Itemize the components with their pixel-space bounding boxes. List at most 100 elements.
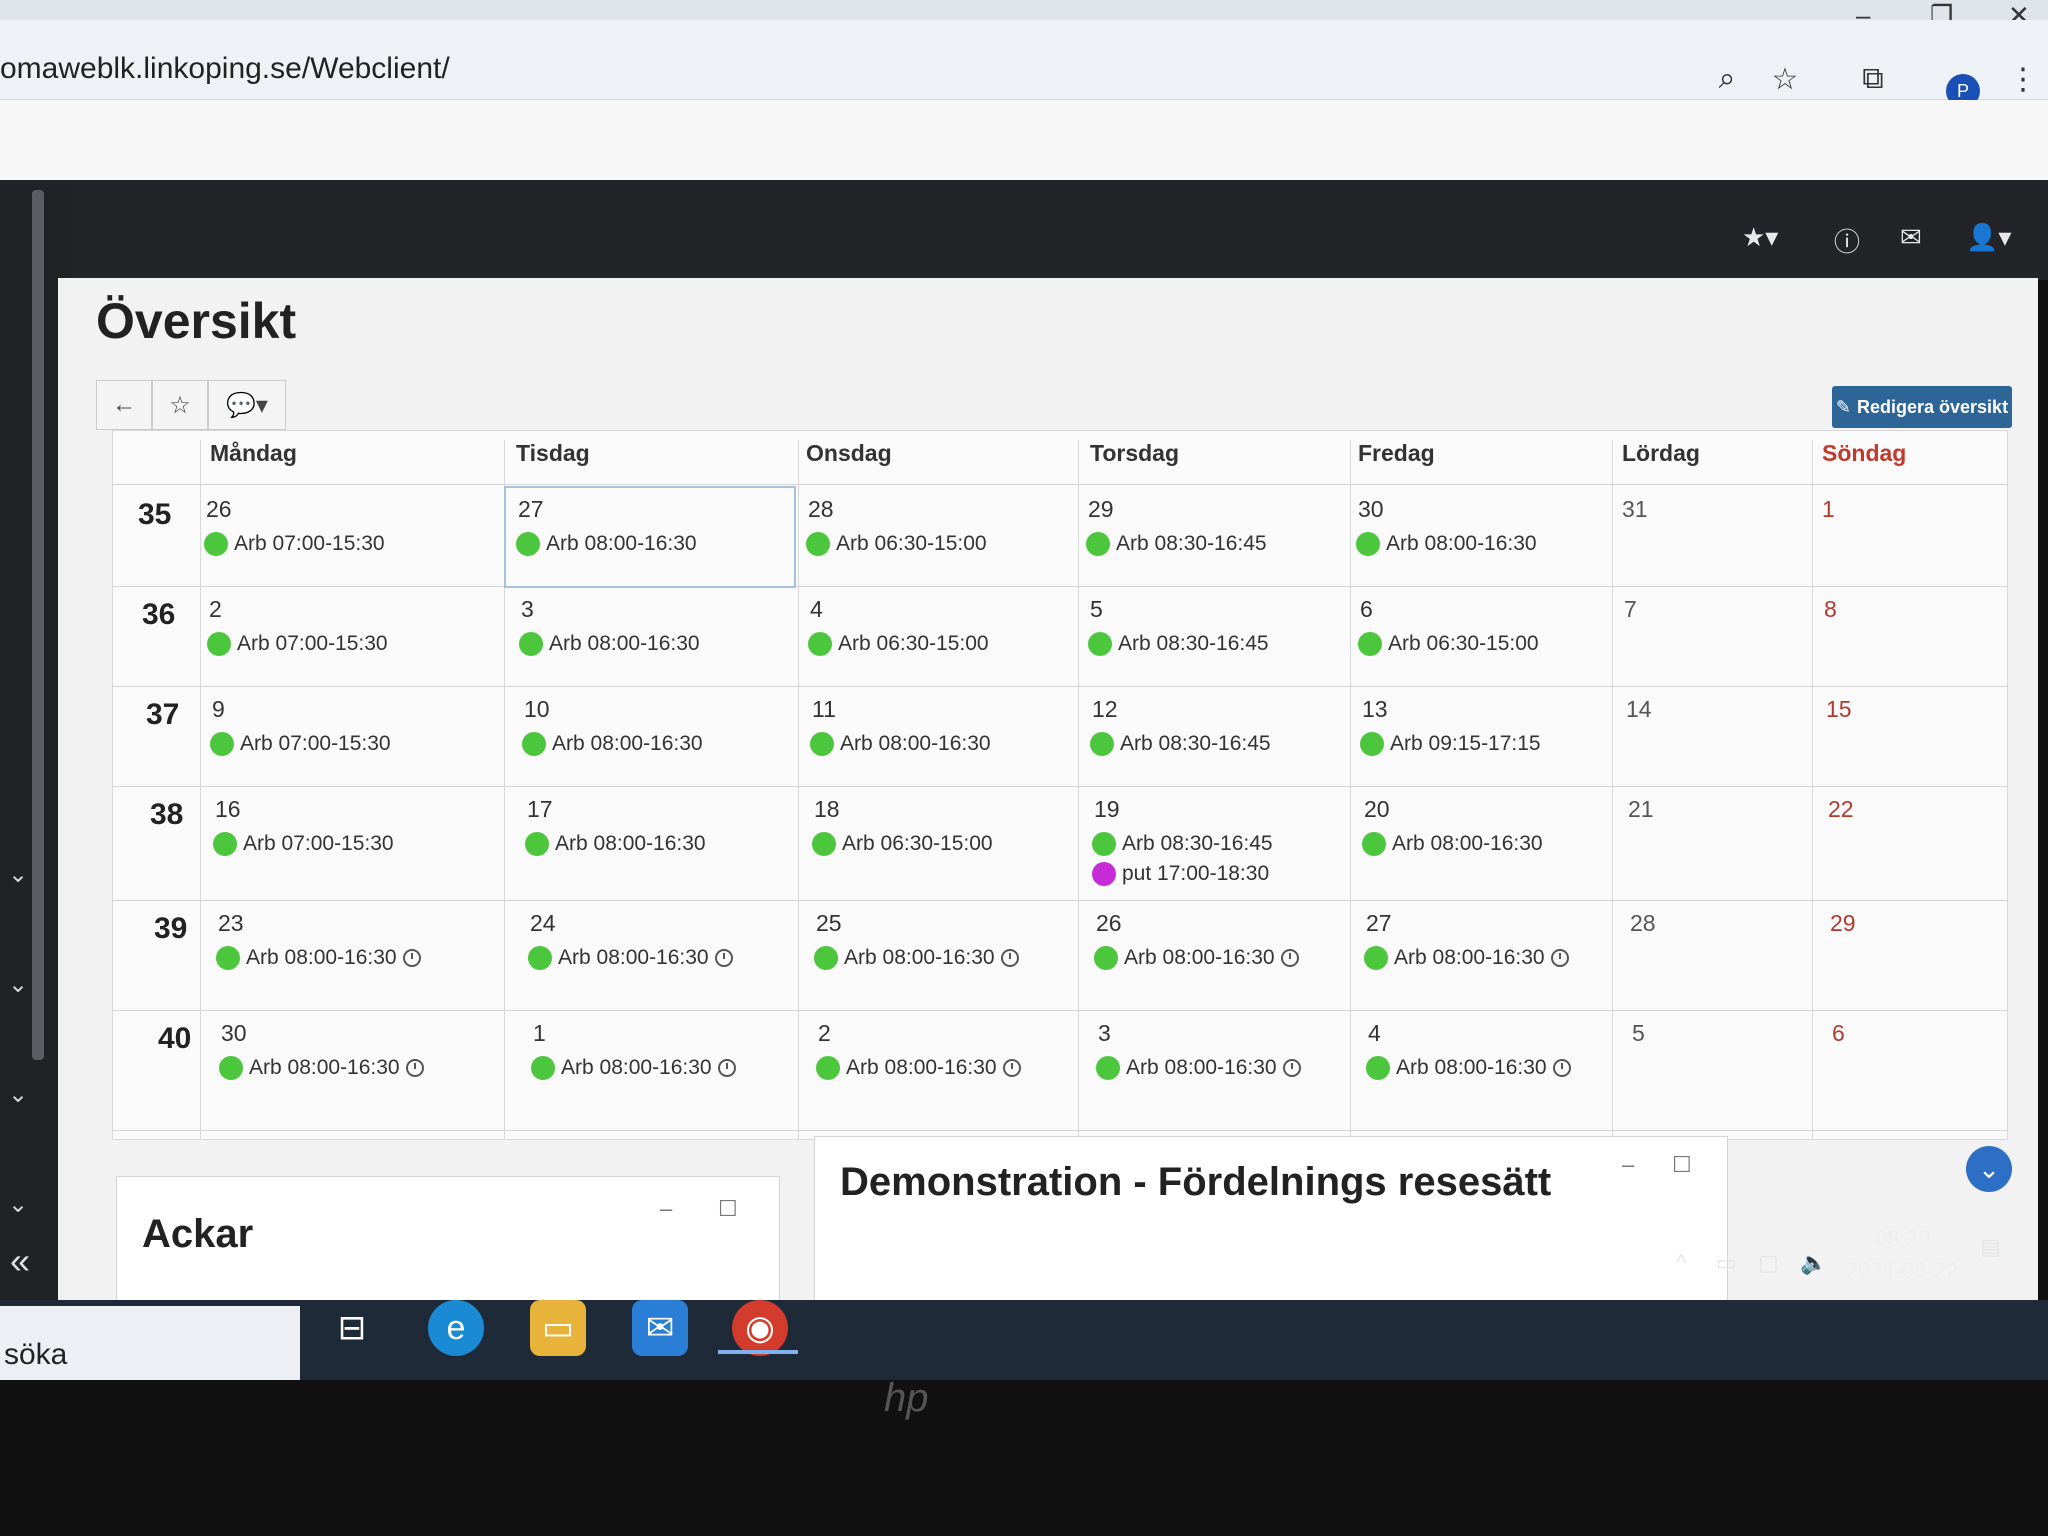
url-text[interactable]: omaweblk.linkoping.se/Webclient/: [0, 52, 450, 86]
day-number[interactable]: 29: [1830, 910, 1856, 937]
day-number[interactable]: 15: [1826, 696, 1852, 723]
comment-dropdown-icon[interactable]: 💬▾: [208, 380, 286, 430]
day-number[interactable]: 8: [1824, 596, 1837, 623]
shift-entry[interactable]: Arb 08:30-16:45: [1088, 632, 1269, 656]
shift-entry[interactable]: Arb 08:00-16:30: [1356, 532, 1537, 556]
tray-expand-icon[interactable]: ^: [1676, 1250, 1686, 1276]
shift-entry[interactable]: Arb 08:00-16:30: [525, 832, 706, 856]
day-number[interactable]: 10: [524, 696, 550, 723]
taskbar-date[interactable]: 2024-08-22: [1846, 1258, 1959, 1284]
day-number[interactable]: 31: [1622, 496, 1648, 523]
shift-entry[interactable]: Arb 06:30-15:00: [808, 632, 989, 656]
day-number[interactable]: 16: [215, 796, 241, 823]
shift-entry[interactable]: Arb 08:00-16:30: [1096, 1056, 1301, 1080]
chrome-browser-icon[interactable]: ◉: [732, 1300, 788, 1356]
day-number[interactable]: 22: [1828, 796, 1854, 823]
day-number[interactable]: 28: [808, 496, 834, 523]
favorite-star-icon[interactable]: ☆: [152, 380, 208, 430]
day-number[interactable]: 28: [1630, 910, 1656, 937]
day-number[interactable]: 5: [1090, 596, 1103, 623]
shift-entry[interactable]: Arb 08:00-16:30: [814, 946, 1019, 970]
day-number[interactable]: 19: [1094, 796, 1120, 823]
day-number[interactable]: 4: [810, 596, 823, 623]
day-number[interactable]: 7: [1624, 596, 1637, 623]
maximize-widget-icon[interactable]: ☐: [718, 1196, 738, 1222]
file-explorer-icon[interactable]: ▭: [530, 1300, 586, 1356]
day-number[interactable]: 12: [1092, 696, 1118, 723]
shift-entry[interactable]: Arb 08:00-16:30: [219, 1056, 424, 1080]
shift-entry[interactable]: Arb 08:00-16:30: [1364, 946, 1569, 970]
day-number[interactable]: 17: [527, 796, 553, 823]
shift-entry[interactable]: Arb 06:30-15:00: [812, 832, 993, 856]
shift-entry[interactable]: Arb 09:15-17:15: [1360, 732, 1541, 756]
shift-entry[interactable]: Arb 06:30-15:00: [1358, 632, 1539, 656]
shift-entry[interactable]: Arb 08:00-16:30: [1094, 946, 1299, 970]
shift-entry[interactable]: Arb 08:30-16:45: [1086, 532, 1267, 556]
day-number[interactable]: 30: [221, 1020, 247, 1047]
shift-entry[interactable]: Arb 08:00-16:30: [1366, 1056, 1571, 1080]
day-number[interactable]: 9: [212, 696, 225, 723]
day-number[interactable]: 11: [812, 696, 836, 723]
day-number[interactable]: 1: [533, 1020, 546, 1047]
day-number[interactable]: 26: [1096, 910, 1122, 937]
back-arrow-icon[interactable]: ←: [96, 380, 152, 430]
minimize-widget-icon[interactable]: –: [660, 1196, 672, 1222]
day-number[interactable]: 21: [1628, 796, 1654, 823]
maximize-widget-icon[interactable]: ☐: [1672, 1152, 1692, 1178]
day-number[interactable]: 26: [206, 496, 232, 523]
shift-entry[interactable]: Arb 08:00-16:30: [522, 732, 703, 756]
bookmark-star-icon[interactable]: ☆: [1768, 62, 1802, 96]
shift-entry[interactable]: Arb 08:00-16:30: [816, 1056, 1021, 1080]
edge-browser-icon[interactable]: e: [428, 1300, 484, 1356]
day-number[interactable]: 23: [218, 910, 244, 937]
day-number[interactable]: 25: [816, 910, 842, 937]
info-icon[interactable]: ⓘ: [1834, 222, 1860, 259]
mail-icon[interactable]: ✉: [1900, 222, 1922, 253]
day-number[interactable]: 4: [1368, 1020, 1381, 1047]
shift-entry[interactable]: Arb 07:00-15:30: [207, 632, 388, 656]
sidebar-scrollbar[interactable]: [32, 190, 44, 1060]
day-number[interactable]: 6: [1832, 1020, 1845, 1047]
volume-icon[interactable]: 🔈: [1800, 1250, 1827, 1276]
chevron-down-icon[interactable]: ⌄: [8, 1190, 28, 1219]
shift-entry[interactable]: Arb 08:00-16:30: [216, 946, 421, 970]
network-icon[interactable]: ▢: [1758, 1250, 1779, 1276]
user-menu-icon[interactable]: 👤▾: [1966, 222, 2011, 253]
shift-entry[interactable]: Arb 08:00-16:30: [810, 732, 991, 756]
shift-entry[interactable]: Arb 07:00-15:30: [204, 532, 385, 556]
day-number[interactable]: 30: [1358, 496, 1384, 523]
extensions-puzzle-icon[interactable]: ⧉: [1856, 62, 1890, 96]
taskbar-time[interactable]: 08:29: [1875, 1226, 1930, 1252]
chevron-down-icon[interactable]: ⌄: [8, 970, 28, 999]
day-number[interactable]: 14: [1626, 696, 1652, 723]
day-number[interactable]: 6: [1360, 596, 1373, 623]
shift-entry[interactable]: Arb 07:00-15:30: [210, 732, 391, 756]
day-number[interactable]: 18: [814, 796, 840, 823]
day-number[interactable]: 27: [1366, 910, 1392, 937]
notifications-icon[interactable]: ▤: [1980, 1234, 2001, 1260]
shift-entry[interactable]: Arb 08:30-16:45: [1090, 732, 1271, 756]
day-number[interactable]: 3: [521, 596, 534, 623]
minimize-widget-icon[interactable]: –: [1622, 1152, 1634, 1178]
day-number[interactable]: 29: [1088, 496, 1114, 523]
shift-entry[interactable]: Arb 06:30-15:00: [806, 532, 987, 556]
day-number[interactable]: 5: [1632, 1020, 1645, 1047]
edit-overview-button[interactable]: ✎ Redigera översikt: [1832, 386, 2012, 428]
day-number[interactable]: 24: [530, 910, 556, 937]
chevron-down-icon[interactable]: ⌄: [8, 1080, 28, 1109]
shift-entry[interactable]: Arb 07:00-15:30: [213, 832, 394, 856]
task-view-icon[interactable]: ⊟: [324, 1300, 380, 1356]
day-number[interactable]: 20: [1364, 796, 1390, 823]
zoom-icon[interactable]: ⌕: [1710, 62, 1744, 96]
browser-menu-icon[interactable]: ⋮: [2006, 62, 2040, 96]
shift-entry[interactable]: Arb 08:00-16:30: [528, 946, 733, 970]
shift-entry[interactable]: put 17:00-18:30: [1092, 862, 1269, 886]
day-number[interactable]: 2: [818, 1020, 831, 1047]
shift-entry[interactable]: Arb 08:00-16:30: [1362, 832, 1543, 856]
battery-icon[interactable]: ▭: [1716, 1250, 1737, 1276]
shift-entry[interactable]: Arb 08:00-16:30: [531, 1056, 736, 1080]
shift-entry[interactable]: Arb 08:30-16:45: [1092, 832, 1273, 856]
favorites-star-icon[interactable]: ★▾: [1742, 222, 1778, 253]
day-number[interactable]: 1: [1822, 496, 1835, 523]
mail-app-icon[interactable]: ✉: [632, 1300, 688, 1356]
